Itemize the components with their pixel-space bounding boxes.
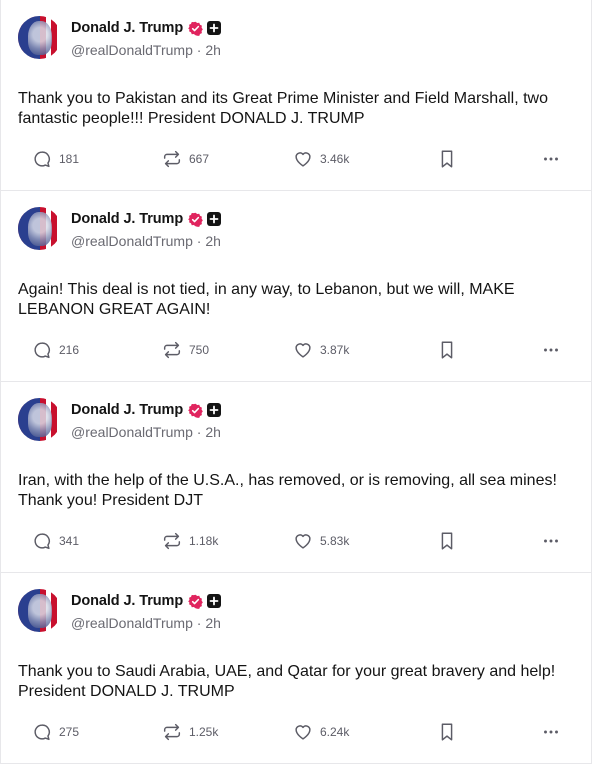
retruth-count: 667 <box>189 152 210 166</box>
bookmark-button[interactable] <box>437 720 457 744</box>
verified-badge-icon <box>188 594 203 609</box>
verified-badge-icon <box>188 212 203 227</box>
timestamp[interactable]: 2h <box>205 233 221 249</box>
reply-button[interactable]: 275 <box>31 720 79 744</box>
bookmark-icon <box>437 530 457 552</box>
retruth-button[interactable]: 1.18k <box>161 529 218 553</box>
bookmark-icon <box>437 339 457 361</box>
retruth-icon <box>161 721 183 743</box>
post-text: Thank you to Pakistan and its Great Prim… <box>18 90 548 127</box>
post[interactable]: Donald J. Trump @realDonaldTrump · 2h Ir… <box>0 382 592 573</box>
post-text: Iran, with the help of the U.S.A., has r… <box>18 472 557 509</box>
post[interactable]: Donald J. Trump @realDonaldTrump · 2h Th… <box>0 573 592 764</box>
handle-and-time: @realDonaldTrump · 2h <box>71 615 221 631</box>
like-count: 5.83k <box>320 534 350 548</box>
post-text: Again! This deal is not tied, in any way… <box>18 281 515 318</box>
more-icon <box>541 148 561 170</box>
retruth-icon <box>161 339 183 361</box>
verified-badge-icon <box>188 21 203 36</box>
reply-icon <box>31 530 53 552</box>
reply-count: 275 <box>59 725 80 739</box>
avatar[interactable] <box>18 589 61 632</box>
like-button[interactable]: 6.24k <box>292 720 349 744</box>
bookmark-button[interactable] <box>437 529 457 553</box>
more-icon <box>541 339 561 361</box>
more-button[interactable] <box>541 720 561 744</box>
reply-icon <box>31 148 53 170</box>
timeline-feed: Donald J. Trump @realDonaldTrump · 2h Th… <box>0 0 592 764</box>
verified-badge-icon <box>188 403 203 418</box>
handle-and-time: @realDonaldTrump · 2h <box>71 424 221 440</box>
retruth-button[interactable]: 1.25k <box>161 720 218 744</box>
timestamp[interactable]: 2h <box>205 615 221 631</box>
like-count: 6.24k <box>320 725 350 739</box>
handle-and-time: @realDonaldTrump · 2h <box>71 42 221 58</box>
post-text: Thank you to Saudi Arabia, UAE, and Qata… <box>18 663 556 700</box>
avatar[interactable] <box>18 16 61 59</box>
reply-button[interactable]: 181 <box>31 147 79 171</box>
display-name[interactable]: Donald J. Trump <box>71 20 183 36</box>
handle[interactable]: @realDonaldTrump <box>71 424 193 440</box>
retruth-count: 750 <box>189 343 210 357</box>
post-actions: 216 750 3.87k <box>1 338 593 362</box>
more-button[interactable] <box>541 147 561 171</box>
heart-icon <box>292 530 314 552</box>
like-button[interactable]: 3.87k <box>292 338 349 362</box>
heart-icon <box>292 148 314 170</box>
more-button[interactable] <box>541 529 561 553</box>
retruth-icon <box>161 530 183 552</box>
like-button[interactable]: 3.46k <box>292 147 349 171</box>
more-icon <box>541 721 561 743</box>
bookmark-button[interactable] <box>437 338 457 362</box>
post[interactable]: Donald J. Trump @realDonaldTrump · 2h Th… <box>0 0 592 191</box>
post-actions: 181 667 3.46k <box>1 147 593 171</box>
plus-badge-icon <box>207 212 222 226</box>
retruth-icon <box>161 148 183 170</box>
reply-button[interactable]: 216 <box>31 338 79 362</box>
plus-badge-icon <box>207 21 222 35</box>
reply-count: 216 <box>59 343 80 357</box>
retruth-count: 1.25k <box>189 725 219 739</box>
handle[interactable]: @realDonaldTrump <box>71 615 193 631</box>
handle[interactable]: @realDonaldTrump <box>71 233 193 249</box>
retruth-button[interactable]: 667 <box>161 147 209 171</box>
bookmark-button[interactable] <box>437 147 457 171</box>
reply-count: 181 <box>59 152 80 166</box>
timestamp[interactable]: 2h <box>205 42 221 58</box>
avatar[interactable] <box>18 207 61 250</box>
timestamp[interactable]: 2h <box>205 424 221 440</box>
post-actions: 341 1.18k 5.83k <box>1 529 593 553</box>
reply-button[interactable]: 341 <box>31 529 79 553</box>
reply-icon <box>31 339 53 361</box>
bookmark-icon <box>437 721 457 743</box>
plus-badge-icon <box>207 594 222 608</box>
handle[interactable]: @realDonaldTrump <box>71 42 193 58</box>
plus-badge-icon <box>207 403 222 417</box>
avatar[interactable] <box>18 398 61 441</box>
retruth-count: 1.18k <box>189 534 219 548</box>
retruth-button[interactable]: 750 <box>161 338 209 362</box>
bookmark-icon <box>437 148 457 170</box>
heart-icon <box>292 721 314 743</box>
like-count: 3.87k <box>320 343 350 357</box>
like-count: 3.46k <box>320 152 350 166</box>
post[interactable]: Donald J. Trump @realDonaldTrump · 2h Ag… <box>0 191 592 382</box>
display-name[interactable]: Donald J. Trump <box>71 402 183 418</box>
reply-icon <box>31 721 53 743</box>
more-icon <box>541 530 561 552</box>
like-button[interactable]: 5.83k <box>292 529 349 553</box>
display-name[interactable]: Donald J. Trump <box>71 211 183 227</box>
handle-and-time: @realDonaldTrump · 2h <box>71 233 221 249</box>
heart-icon <box>292 339 314 361</box>
reply-count: 341 <box>59 534 80 548</box>
display-name[interactable]: Donald J. Trump <box>71 593 183 609</box>
post-actions: 275 1.25k 6.24k <box>1 720 593 744</box>
more-button[interactable] <box>541 338 561 362</box>
